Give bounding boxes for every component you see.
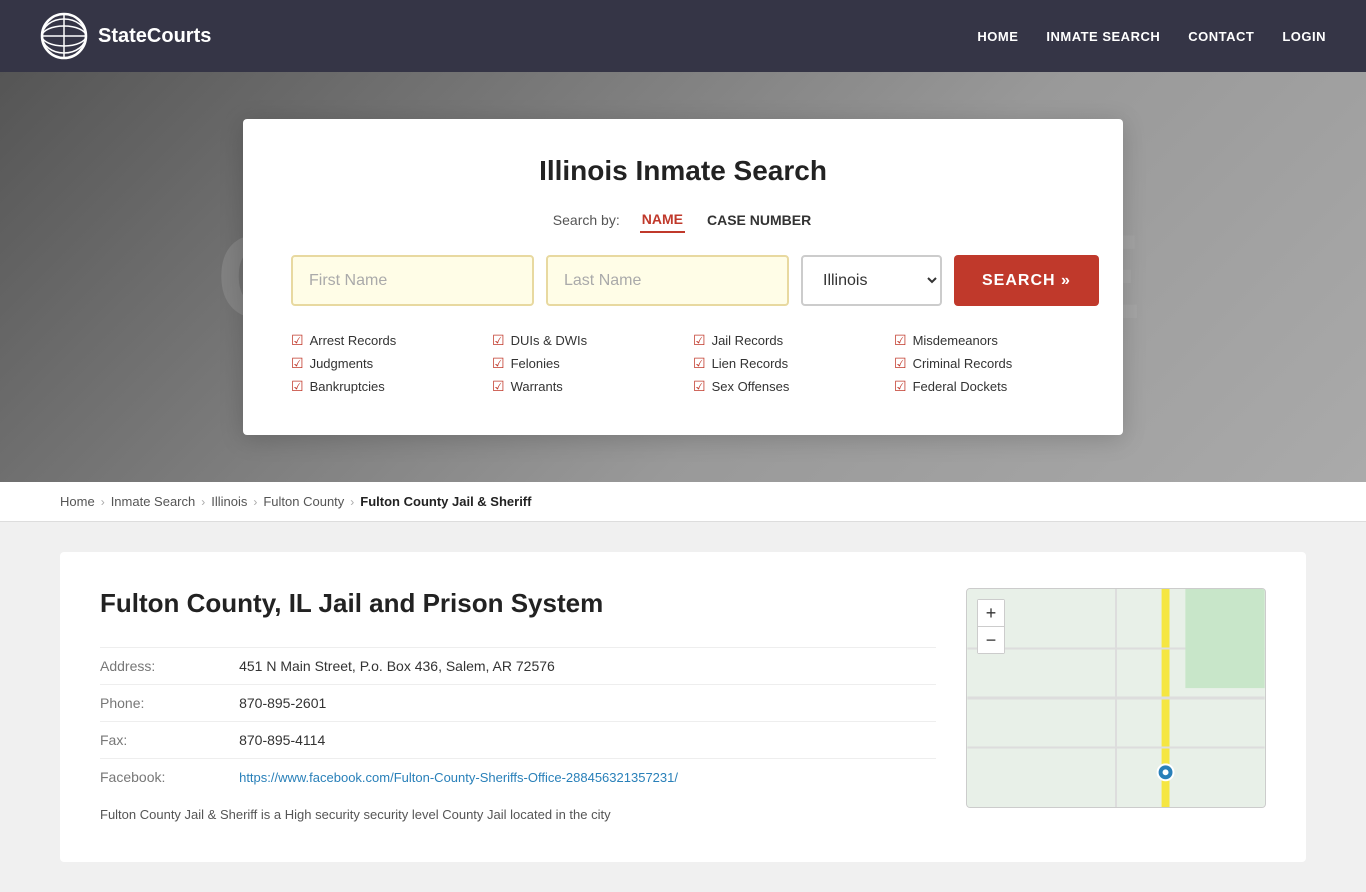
checkbox-item: ☑ Sex Offenses: [693, 378, 874, 395]
check-icon: ☑: [291, 378, 304, 395]
nav-contact[interactable]: CONTACT: [1188, 29, 1254, 44]
checkbox-label: Warrants: [511, 379, 563, 394]
check-icon: ☑: [693, 378, 706, 395]
checkboxes-grid: ☑ Arrest Records ☑ DUIs & DWIs ☑ Jail Records…: [291, 332, 1075, 395]
search-card-title: Illinois Inmate Search: [291, 155, 1075, 187]
facebook-row: Facebook: https://www.facebook.com/Fulto…: [100, 759, 936, 796]
checkbox-item: ☑ Misdemeanors: [894, 332, 1075, 349]
breadcrumb-sep-4: ›: [350, 495, 354, 509]
checkbox-label: Judgments: [310, 356, 374, 371]
navigation: HOME INMATE SEARCH CONTACT LOGIN: [977, 29, 1326, 44]
tab-name[interactable]: NAME: [640, 207, 685, 233]
checkbox-item: ☑ Arrest Records: [291, 332, 472, 349]
description-text: Fulton County Jail & Sheriff is a High s…: [100, 805, 936, 826]
nav-home[interactable]: HOME: [977, 29, 1018, 44]
content-card: Fulton County, IL Jail and Prison System…: [60, 552, 1306, 862]
fax-label: Fax:: [100, 722, 239, 759]
last-name-input[interactable]: [546, 255, 789, 306]
content-left: Fulton County, IL Jail and Prison System…: [100, 588, 936, 826]
page-heading: Fulton County, IL Jail and Prison System: [100, 588, 936, 619]
checkbox-item: ☑ Jail Records: [693, 332, 874, 349]
map-container: + −: [966, 588, 1266, 808]
breadcrumb-sep-1: ›: [101, 495, 105, 509]
checkbox-label: Criminal Records: [913, 356, 1013, 371]
check-icon: ☑: [291, 355, 304, 372]
check-icon: ☑: [894, 355, 907, 372]
breadcrumb-illinois[interactable]: Illinois: [211, 494, 247, 509]
checkbox-label: Jail Records: [712, 333, 784, 348]
facebook-value: https://www.facebook.com/Fulton-County-S…: [239, 759, 936, 796]
phone-row: Phone: 870-895-2601: [100, 685, 936, 722]
checkbox-label: Arrest Records: [310, 333, 397, 348]
logo-icon: [40, 12, 88, 60]
breadcrumb: Home › Inmate Search › Illinois › Fulton…: [0, 482, 1366, 522]
checkbox-item: ☑ Warrants: [492, 378, 673, 395]
header: StateCourts HOME INMATE SEARCH CONTACT L…: [0, 0, 1366, 72]
check-icon: ☑: [894, 378, 907, 395]
breadcrumb-inmate-search[interactable]: Inmate Search: [111, 494, 196, 509]
checkbox-item: ☑ Judgments: [291, 355, 472, 372]
check-icon: ☑: [894, 332, 907, 349]
breadcrumb-sep-2: ›: [201, 495, 205, 509]
breadcrumb-current: Fulton County Jail & Sheriff: [360, 494, 531, 509]
phone-value: 870-895-2601: [239, 685, 936, 722]
address-label: Address:: [100, 648, 239, 685]
nav-login[interactable]: LOGIN: [1282, 29, 1326, 44]
breadcrumb-fulton-county[interactable]: Fulton County: [263, 494, 344, 509]
check-icon: ☑: [492, 332, 505, 349]
search-by-row: Search by: NAME CASE NUMBER: [291, 207, 1075, 233]
fax-row: Fax: 870-895-4114: [100, 722, 936, 759]
info-table: Address: 451 N Main Street, P.o. Box 436…: [100, 647, 936, 795]
check-icon: ☑: [291, 332, 304, 349]
breadcrumb-sep-3: ›: [253, 495, 257, 509]
fax-value: 870-895-4114: [239, 722, 936, 759]
check-icon: ☑: [492, 355, 505, 372]
content-area: Fulton County, IL Jail and Prison System…: [0, 522, 1366, 892]
checkbox-item: ☑ Federal Dockets: [894, 378, 1075, 395]
checkbox-label: Bankruptcies: [310, 379, 385, 394]
checkbox-item: ☑ Criminal Records: [894, 355, 1075, 372]
map-controls: + −: [977, 599, 1005, 654]
checkbox-item: ☑ DUIs & DWIs: [492, 332, 673, 349]
checkbox-label: Misdemeanors: [913, 333, 998, 348]
address-value: 451 N Main Street, P.o. Box 436, Salem, …: [239, 648, 936, 685]
checkbox-label: Sex Offenses: [712, 379, 790, 394]
address-row: Address: 451 N Main Street, P.o. Box 436…: [100, 648, 936, 685]
breadcrumb-home[interactable]: Home: [60, 494, 95, 509]
first-name-input[interactable]: [291, 255, 534, 306]
checkbox-item: ☑ Bankruptcies: [291, 378, 472, 395]
hero-section: COURTHOUSE Illinois Inmate Search Search…: [0, 72, 1366, 482]
logo[interactable]: StateCourts: [40, 12, 211, 60]
state-select[interactable]: Illinois Alabama Alaska Arizona Arkansas…: [801, 255, 942, 306]
checkbox-label: Federal Dockets: [913, 379, 1008, 394]
facebook-label: Facebook:: [100, 759, 239, 796]
map-zoom-in[interactable]: +: [978, 600, 1004, 626]
map-svg: [967, 589, 1265, 807]
checkbox-item: ☑ Felonies: [492, 355, 673, 372]
search-by-label: Search by:: [553, 212, 620, 228]
search-inputs-row: Illinois Alabama Alaska Arizona Arkansas…: [291, 255, 1075, 306]
logo-text: StateCourts: [98, 25, 211, 48]
tab-case-number[interactable]: CASE NUMBER: [705, 208, 813, 232]
checkbox-label: Lien Records: [712, 356, 789, 371]
search-card: Illinois Inmate Search Search by: NAME C…: [243, 119, 1123, 435]
check-icon: ☑: [693, 355, 706, 372]
check-icon: ☑: [693, 332, 706, 349]
phone-label: Phone:: [100, 685, 239, 722]
check-icon: ☑: [492, 378, 505, 395]
checkbox-item: ☑ Lien Records: [693, 355, 874, 372]
checkbox-label: Felonies: [511, 356, 560, 371]
search-button[interactable]: SEARCH »: [954, 255, 1099, 306]
nav-inmate-search[interactable]: INMATE SEARCH: [1046, 29, 1160, 44]
checkbox-label: DUIs & DWIs: [511, 333, 588, 348]
map-zoom-out[interactable]: −: [978, 627, 1004, 653]
facebook-link[interactable]: https://www.facebook.com/Fulton-County-S…: [239, 770, 678, 785]
